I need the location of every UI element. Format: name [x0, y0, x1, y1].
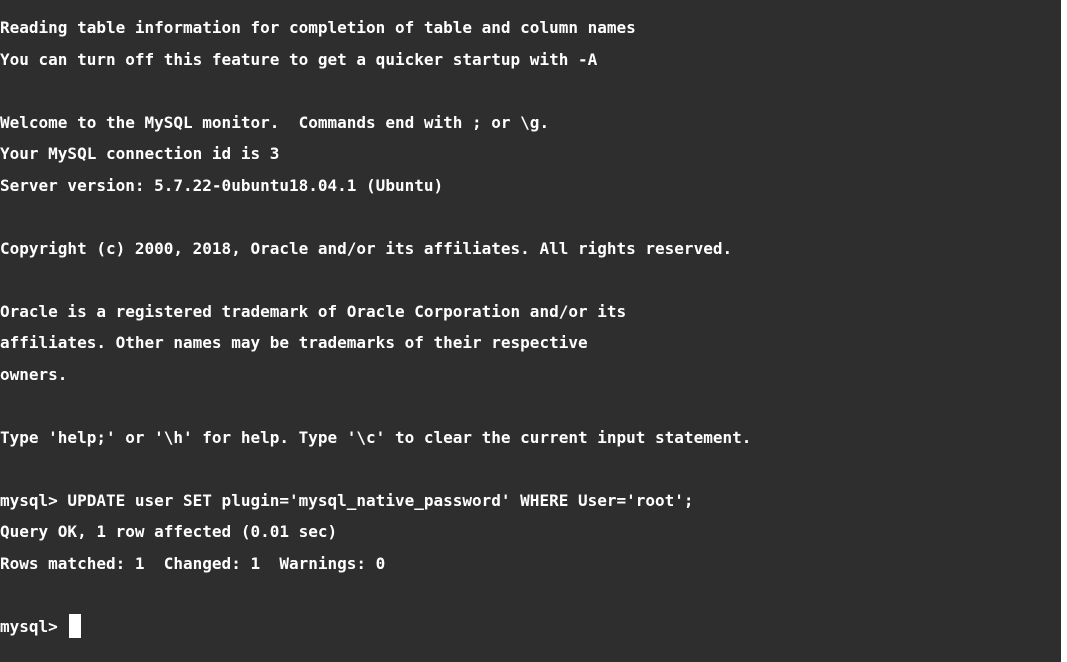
- output-line: Reading table information for completion…: [0, 18, 636, 37]
- command-line: mysql> UPDATE user SET plugin='mysql_nat…: [0, 490, 694, 510]
- output-line: You can turn off this feature to get a q…: [0, 49, 598, 69]
- output-line: Oracle is a registered trademark of Orac…: [0, 301, 627, 321]
- output-line: Copyright (c) 2000, 2018, Oracle and/or …: [0, 238, 733, 258]
- output-line: Type 'help;' or '\h' for help. Type '\c'…: [0, 427, 752, 447]
- output-line: Rows matched: 1 Changed: 1 Warnings: 0: [0, 553, 386, 573]
- output-line: Query OK, 1 row affected (0.01 sec): [0, 522, 338, 541]
- active-prompt-line[interactable]: mysql>: [0, 611, 1061, 643]
- terminal-window[interactable]: Reading table information for completion…: [0, 0, 1061, 662]
- output-line: Server version: 5.7.22-0ubuntu18.04.1 (U…: [0, 175, 444, 195]
- text-cursor: [69, 614, 82, 639]
- output-line: Welcome to the MySQL monitor. Commands e…: [0, 112, 550, 132]
- output-line: owners.: [0, 364, 68, 384]
- mysql-prompt: mysql>: [0, 616, 68, 636]
- output-line: affiliates. Other names may be trademark…: [0, 333, 588, 352]
- output-line: Your MySQL connection id is 3: [0, 144, 280, 163]
